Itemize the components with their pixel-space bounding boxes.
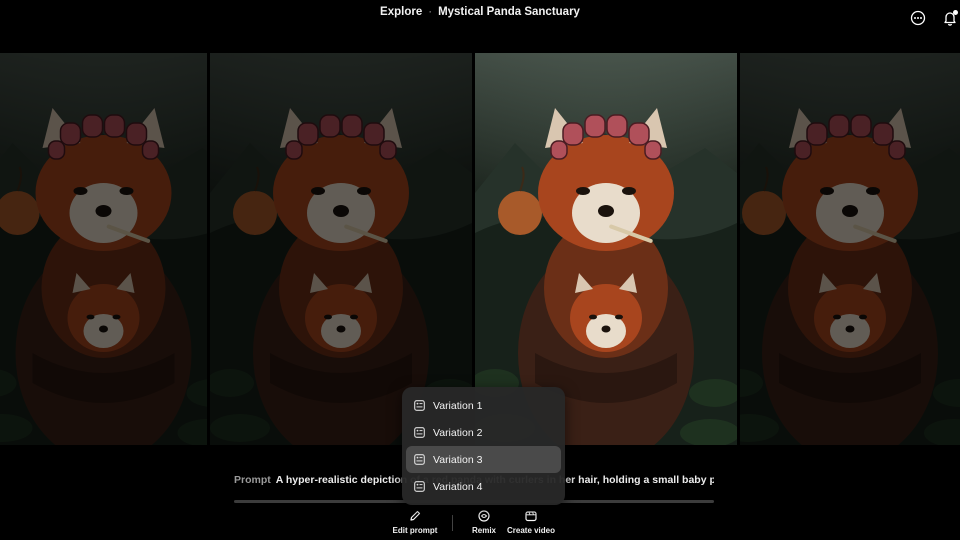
create-video-label: Create video — [506, 526, 556, 535]
remix-icon — [478, 510, 490, 522]
image-dim-overlay — [740, 53, 960, 445]
menu-item-label: Variation 3 — [433, 453, 483, 466]
action-bar: Edit prompt Remix Create video — [0, 509, 960, 539]
menu-item-variation-3[interactable]: Variation 3 — [406, 446, 561, 473]
image-frame-icon — [414, 454, 425, 465]
menu-item-variation-4[interactable]: Variation 4 — [406, 473, 561, 500]
top-bar: Explore · Mystical Panda Sanctuary — [0, 0, 960, 44]
remix-button[interactable]: Remix — [468, 509, 500, 535]
menu-item-label: Variation 4 — [433, 480, 483, 493]
menu-item-variation-2[interactable]: Variation 2 — [406, 419, 561, 446]
breadcrumb-explore[interactable]: Explore — [380, 6, 422, 18]
variation-1-image[interactable] — [0, 53, 207, 445]
image-dim-overlay — [0, 53, 207, 445]
video-icon — [525, 511, 537, 522]
variation-4-image[interactable] — [740, 53, 960, 445]
page-title: Mystical Panda Sanctuary — [438, 6, 580, 18]
notifications-button[interactable] — [941, 9, 959, 27]
breadcrumb-separator: · — [428, 6, 433, 18]
action-divider — [452, 515, 453, 531]
pencil-icon — [410, 510, 421, 521]
more-horizontal-icon — [910, 10, 926, 26]
more-options-button[interactable] — [909, 9, 927, 27]
variation-menu: Variation 1 Variation 2 Variation 3 Vari… — [402, 387, 565, 505]
image-frame-icon — [414, 427, 425, 438]
image-frame-icon — [414, 481, 425, 492]
menu-item-variation-1[interactable]: Variation 1 — [406, 392, 561, 419]
edit-prompt-button[interactable]: Edit prompt — [390, 509, 440, 535]
menu-item-label: Variation 2 — [433, 426, 483, 439]
edit-prompt-label: Edit prompt — [392, 526, 438, 535]
notification-dot — [953, 10, 958, 15]
breadcrumb: Explore · Mystical Panda Sanctuary — [0, 6, 960, 20]
menu-item-label: Variation 1 — [433, 399, 483, 412]
create-video-button[interactable]: Create video — [506, 509, 556, 535]
prompt-label: Prompt — [234, 474, 271, 486]
image-frame-icon — [414, 400, 425, 411]
remix-label: Remix — [471, 526, 496, 535]
